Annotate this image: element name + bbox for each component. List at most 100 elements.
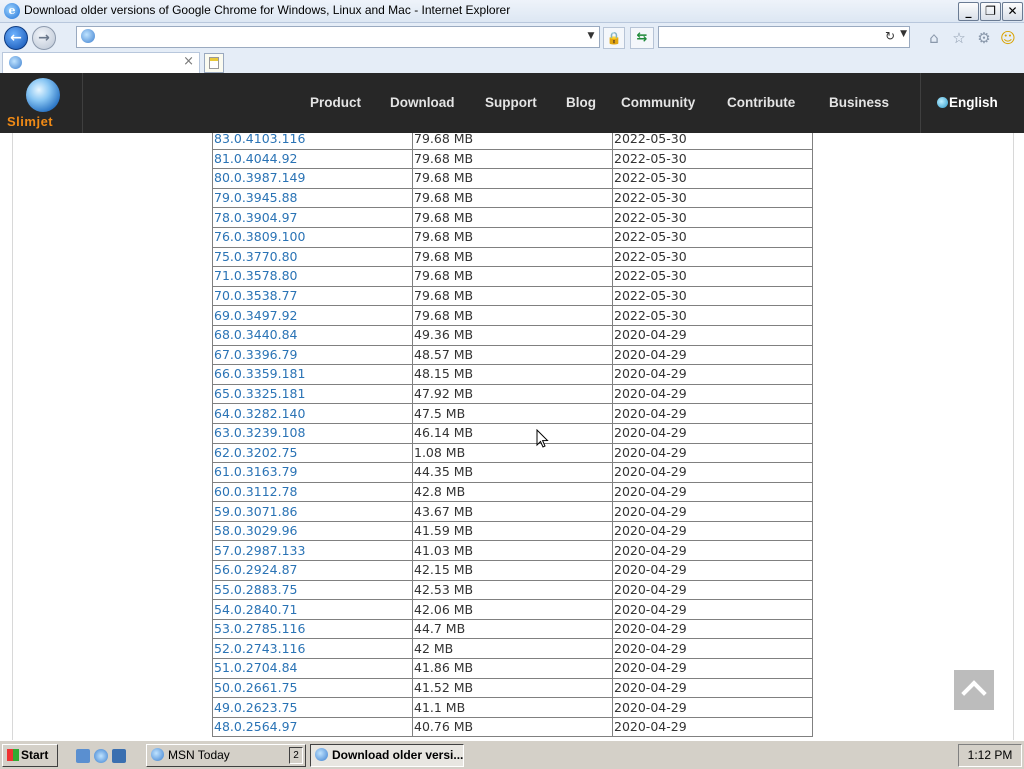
version-cell: 66.0.3359.181: [212, 364, 413, 385]
date-cell: 2022-05-30: [612, 133, 813, 150]
nav-support[interactable]: Support: [485, 95, 537, 110]
scroll-to-top-button[interactable]: [954, 670, 994, 710]
restore-button[interactable]: ❐: [980, 2, 1001, 21]
version-cell: 62.0.3202.75: [212, 442, 413, 464]
taskbar-item-browser[interactable]: Download older versi...: [310, 744, 464, 767]
nav-contribute[interactable]: Contribute: [727, 95, 795, 110]
version-cell: 65.0.3325.181: [212, 383, 413, 405]
tab-close-button[interactable]: ×: [183, 54, 194, 69]
version-link[interactable]: 60.0.3112.78: [214, 484, 298, 499]
version-link[interactable]: 49.0.2623.75: [214, 700, 298, 715]
size-cell: 41.86 MB: [412, 658, 613, 679]
version-link[interactable]: 57.0.2987.133: [214, 543, 305, 558]
date-cell: 2020-04-29: [612, 560, 813, 581]
taskbar-item-msn-today[interactable]: MSN Today 2: [146, 744, 306, 767]
table-row: 59.0.3071.86 43.67 MB 2020-04-29: [212, 501, 813, 522]
version-link[interactable]: 69.0.3497.92: [214, 308, 298, 323]
back-button[interactable]: ←: [4, 26, 28, 50]
start-button[interactable]: Start: [2, 744, 58, 767]
version-cell: 79.0.3945.88: [212, 187, 413, 209]
nav-product[interactable]: Product: [310, 95, 361, 110]
versions-table: 83.0.4103.116 79.68 MB 2022-05-30 81.0.4044…: [212, 133, 813, 738]
language-selector[interactable]: English: [937, 95, 998, 110]
size-cell: 48.15 MB: [412, 364, 613, 385]
minimize-button[interactable]: _: [958, 2, 979, 21]
version-cell: 58.0.3029.96: [212, 520, 413, 542]
quicklaunch-desktop-icon[interactable]: [76, 749, 90, 763]
version-link[interactable]: 61.0.3163.79: [214, 464, 298, 479]
close-window-button[interactable]: ✕: [1002, 2, 1023, 21]
nav-download[interactable]: Download: [390, 95, 455, 110]
new-tab-button[interactable]: [204, 53, 224, 73]
table-row: 61.0.3163.79 44.35 MB 2020-04-29: [212, 462, 813, 483]
version-link[interactable]: 78.0.3904.97: [214, 210, 298, 225]
star-icon[interactable]: ☆: [950, 29, 968, 47]
address-bar[interactable]: ▼: [76, 26, 600, 48]
arrow-right-icon: →: [38, 30, 50, 46]
date-cell: 2022-05-30: [612, 226, 813, 248]
forward-button[interactable]: →: [32, 26, 56, 50]
version-link[interactable]: 59.0.3071.86: [214, 504, 298, 519]
taskbar-item-label: MSN Today: [168, 748, 230, 762]
date-cell: 2022-05-30: [612, 148, 813, 170]
home-icon[interactable]: ⌂: [925, 29, 943, 47]
version-cell: 63.0.3239.108: [212, 422, 413, 444]
version-link[interactable]: 81.0.4044.92: [214, 151, 298, 166]
version-link[interactable]: 51.0.2704.84: [214, 660, 298, 675]
site-logo[interactable]: Slimjet: [0, 73, 83, 133]
version-cell: 53.0.2785.116: [212, 618, 413, 640]
date-cell: 2020-04-29: [612, 462, 813, 483]
quicklaunch-ie-icon[interactable]: [94, 749, 108, 763]
version-link[interactable]: 66.0.3359.181: [214, 366, 305, 381]
version-link[interactable]: 54.0.2840.71: [214, 602, 298, 617]
search-input[interactable]: ↻ ▼: [658, 26, 910, 48]
size-cell: 44.7 MB: [412, 618, 613, 640]
version-link[interactable]: 63.0.3239.108: [214, 425, 305, 440]
version-link[interactable]: 65.0.3325.181: [214, 386, 305, 401]
nav-community[interactable]: Community: [621, 95, 695, 110]
table-row: 54.0.2840.71 42.06 MB 2020-04-29: [212, 599, 813, 620]
date-cell: 2022-05-30: [612, 285, 813, 307]
version-link[interactable]: 58.0.3029.96: [214, 523, 298, 538]
version-link[interactable]: 76.0.3809.100: [214, 229, 305, 244]
version-link[interactable]: 48.0.2564.97: [214, 719, 298, 734]
table-row: 53.0.2785.116 44.7 MB 2020-04-29: [212, 618, 813, 640]
date-cell: 2020-04-29: [612, 697, 813, 718]
version-link[interactable]: 80.0.3987.149: [214, 170, 305, 185]
version-cell: 83.0.4103.116: [212, 133, 413, 150]
version-cell: 61.0.3163.79: [212, 462, 413, 483]
nav-business[interactable]: Business: [829, 95, 889, 110]
version-link[interactable]: 68.0.3440.84: [214, 327, 298, 342]
date-cell: 2020-04-29: [612, 383, 813, 405]
version-link[interactable]: 83.0.4103.116: [214, 133, 305, 146]
version-link[interactable]: 64.0.3282.140: [214, 406, 305, 421]
version-link[interactable]: 70.0.3538.77: [214, 288, 298, 303]
version-link[interactable]: 75.0.3770.80: [214, 249, 298, 264]
table-row: 50.0.2661.75 41.52 MB 2020-04-29: [212, 677, 813, 699]
table-row: 49.0.2623.75 41.1 MB 2020-04-29: [212, 697, 813, 718]
tab-active[interactable]: ×: [2, 52, 200, 73]
version-link[interactable]: 79.0.3945.88: [214, 190, 298, 205]
search-go-icon[interactable]: ↻: [885, 29, 895, 43]
table-row: 71.0.3578.80 79.68 MB 2022-05-30: [212, 266, 813, 287]
version-link[interactable]: 53.0.2785.116: [214, 621, 305, 636]
nav-blog[interactable]: Blog: [566, 95, 596, 110]
system-clock: 1:12 PM: [958, 744, 1022, 767]
smiley-icon[interactable]: ☺: [999, 29, 1017, 47]
size-cell: 79.68 MB: [412, 168, 613, 189]
search-dropdown-icon[interactable]: ▼: [900, 29, 907, 39]
refresh-button[interactable]: ⇆: [630, 27, 654, 49]
version-link[interactable]: 50.0.2661.75: [214, 680, 298, 695]
version-link[interactable]: 71.0.3578.80: [214, 268, 298, 283]
version-link[interactable]: 56.0.2924.87: [214, 562, 298, 577]
size-cell: 47.92 MB: [412, 383, 613, 405]
version-link[interactable]: 52.0.2743.116: [214, 641, 305, 656]
size-cell: 42 MB: [412, 638, 613, 660]
quicklaunch-outlook-icon[interactable]: [112, 749, 126, 763]
address-dropdown-icon[interactable]: ▼: [585, 28, 597, 44]
lock-icon[interactable]: 🔒: [603, 27, 625, 49]
version-link[interactable]: 67.0.3396.79: [214, 347, 298, 362]
version-link[interactable]: 62.0.3202.75: [214, 445, 298, 460]
version-link[interactable]: 55.0.2883.75: [214, 582, 298, 597]
gear-icon[interactable]: ⚙: [975, 29, 993, 47]
